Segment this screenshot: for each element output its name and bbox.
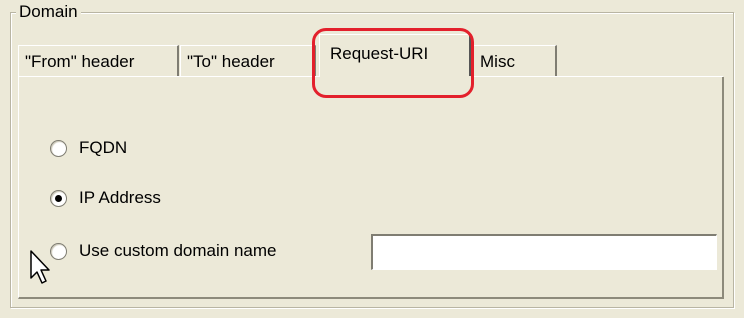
domain-group-title: Domain xyxy=(16,2,81,22)
radio-row-fqdn[interactable]: FQDN xyxy=(50,135,127,161)
fqdn-radio[interactable] xyxy=(50,139,67,157)
fqdn-radio-label: FQDN xyxy=(79,138,128,157)
custom-domain-radio-label: Use custom domain name xyxy=(79,241,277,260)
tab-from-header-label: "From" header xyxy=(25,52,135,71)
radio-row-custom-domain[interactable]: Use custom domain name xyxy=(50,238,276,264)
domain-dialog: Domain "From" header "To" header Misc Re… xyxy=(0,0,744,318)
ip-address-radio[interactable] xyxy=(50,189,67,207)
highlight-annotation xyxy=(312,28,474,98)
arrow-cursor-icon xyxy=(30,250,50,284)
radio-row-ip-address[interactable]: IP Address xyxy=(50,185,161,211)
ip-address-radio-label: IP Address xyxy=(79,188,161,207)
tab-to-header[interactable]: "To" header xyxy=(180,45,316,76)
tab-misc-label: Misc xyxy=(480,52,515,71)
tab-misc[interactable]: Misc xyxy=(473,45,557,76)
custom-domain-input[interactable] xyxy=(371,234,717,270)
tab-to-header-label: "To" header xyxy=(187,52,275,71)
tab-from-header[interactable]: "From" header xyxy=(18,45,179,76)
